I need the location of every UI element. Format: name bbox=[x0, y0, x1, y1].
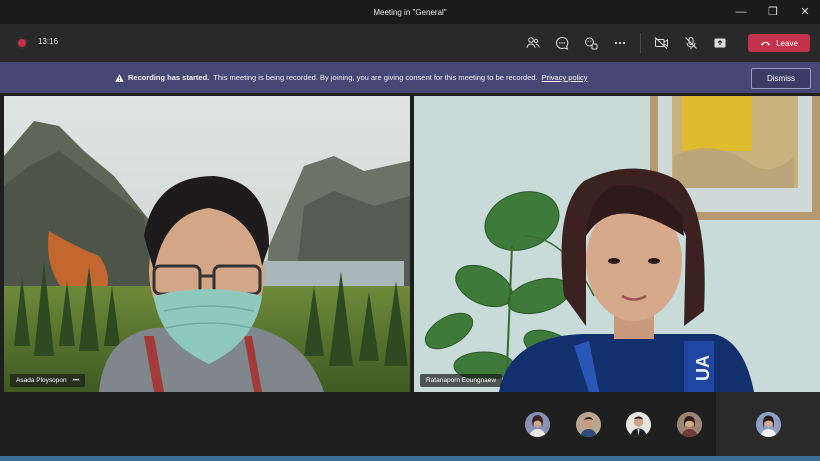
recording-indicator-icon bbox=[18, 39, 26, 47]
participant-name-left: Asada Ploysopon bbox=[16, 377, 67, 384]
participant-video-right: UA bbox=[414, 96, 820, 392]
self-view[interactable] bbox=[716, 392, 820, 458]
toolbar-actions bbox=[518, 24, 734, 62]
taskbar-edge bbox=[0, 456, 820, 461]
window-controls: — ❐ ✕ bbox=[734, 0, 812, 24]
participant-avatar[interactable] bbox=[677, 412, 702, 437]
participant-video-left bbox=[4, 96, 410, 392]
window-title: Meeting in "General" bbox=[373, 7, 447, 17]
meeting-timer: 13:16 bbox=[38, 37, 59, 46]
title-bar: Meeting in "General" — ❐ ✕ bbox=[0, 0, 820, 24]
maximize-icon[interactable]: ❐ bbox=[766, 0, 780, 24]
svg-text:UA: UA bbox=[693, 355, 713, 381]
participants-icon[interactable] bbox=[518, 24, 547, 62]
hang-up-icon bbox=[761, 41, 771, 46]
mic-off-icon[interactable] bbox=[676, 24, 705, 62]
participant-avatar[interactable] bbox=[576, 412, 601, 437]
banner-text: Recording has started. This meeting is b… bbox=[115, 73, 588, 82]
participant-strip bbox=[0, 392, 820, 461]
close-icon[interactable]: ✕ bbox=[798, 0, 812, 24]
video-tile-right[interactable]: UA Ratanaporn Eoungnaew bbox=[414, 96, 820, 392]
self-avatar bbox=[756, 412, 781, 437]
participant-avatar[interactable] bbox=[626, 412, 651, 437]
meeting-toolbar: 13:16 Leave bbox=[0, 24, 820, 62]
participant-name-tag-right: Ratanaporn Eoungnaew bbox=[420, 374, 503, 387]
warning-icon bbox=[115, 73, 124, 82]
leave-label: Leave bbox=[776, 38, 798, 48]
more-options-icon[interactable]: ••• bbox=[73, 377, 80, 384]
recording-banner: Recording has started. This meeting is b… bbox=[0, 62, 820, 93]
participant-name-tag-left: Asada Ploysopon ••• bbox=[10, 374, 86, 387]
privacy-policy-link[interactable]: Privacy policy bbox=[542, 73, 588, 82]
more-icon[interactable] bbox=[605, 24, 634, 62]
minimize-icon[interactable]: — bbox=[734, 0, 748, 24]
video-tile-left[interactable]: Asada Ploysopon ••• bbox=[4, 96, 410, 392]
chat-icon[interactable] bbox=[547, 24, 576, 62]
leave-button[interactable]: Leave bbox=[748, 34, 810, 52]
dismiss-button[interactable]: Dismiss bbox=[751, 68, 811, 89]
toolbar-divider bbox=[640, 33, 641, 53]
camera-off-icon[interactable] bbox=[647, 24, 676, 62]
participant-name-right: Ratanaporn Eoungnaew bbox=[426, 377, 497, 384]
share-tray-icon[interactable] bbox=[705, 24, 734, 62]
banner-title: Recording has started. bbox=[128, 73, 210, 82]
banner-message: This meeting is being recorded. By joini… bbox=[213, 73, 538, 82]
reactions-icon[interactable] bbox=[576, 24, 605, 62]
participant-avatar[interactable] bbox=[525, 412, 550, 437]
